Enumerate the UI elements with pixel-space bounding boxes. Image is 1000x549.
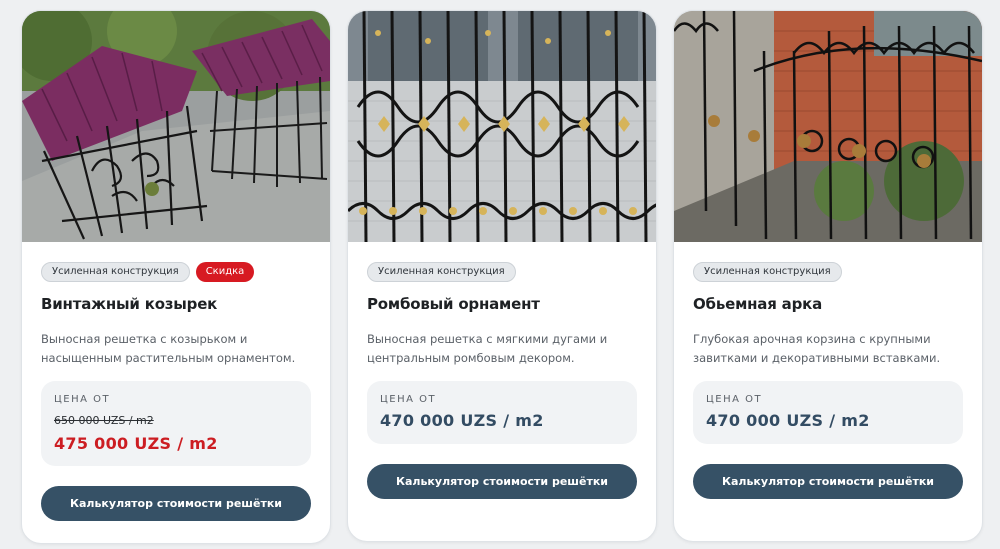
price-box: ЦЕНА ОТ 470 000 UZS / m2 [367, 381, 637, 444]
product-card-rhombus-ornament[interactable]: Усиленная конструкция Ромбовый орнамент … [347, 10, 657, 542]
reinforced-tag: Усиленная конструкция [367, 262, 516, 282]
current-price: 475 000 UZS / m2 [54, 434, 218, 453]
product-description: Выносная решетка с козырьком и насыщенны… [41, 332, 296, 365]
product-card-volume-arch[interactable]: Усиленная конструкция Обьемная арка Глуб… [673, 10, 983, 542]
price-calculator-button[interactable]: Калькулятор стоимости решётки [367, 464, 637, 499]
product-title[interactable]: Ромбовый орнамент [367, 295, 540, 313]
current-price: 470 000 UZS / m2 [380, 411, 544, 430]
tag-list: Усиленная конструкция [367, 262, 516, 282]
product-card-vintage-canopy[interactable]: Усиленная конструкция Скидка Винтажный к… [21, 10, 331, 544]
product-description: Глубокая арочная корзина с крупными зави… [693, 332, 941, 365]
product-title[interactable]: Винтажный козырек [41, 295, 217, 313]
discount-tag: Скидка [195, 262, 255, 282]
current-price: 470 000 UZS / m2 [706, 411, 870, 430]
old-price: 650 000 UZS / m2 [54, 414, 154, 427]
price-calculator-button[interactable]: Калькулятор стоимости решётки [41, 486, 311, 521]
reinforced-tag: Усиленная конструкция [41, 262, 190, 282]
product-photo[interactable] [674, 11, 982, 242]
reinforced-tag: Усиленная конструкция [693, 262, 842, 282]
price-calculator-button[interactable]: Калькулятор стоимости решётки [693, 464, 963, 499]
price-box: ЦЕНА ОТ 470 000 UZS / m2 [693, 381, 963, 444]
product-title[interactable]: Обьемная арка [693, 295, 822, 313]
price-label: ЦЕНА ОТ [54, 394, 111, 405]
price-label: ЦЕНА ОТ [706, 394, 763, 405]
price-box: ЦЕНА ОТ 650 000 UZS / m2 475 000 UZS / m… [41, 381, 311, 466]
product-photo[interactable] [348, 11, 656, 242]
tag-list: Усиленная конструкция [693, 262, 842, 282]
tag-list: Усиленная конструкция Скидка [41, 262, 255, 282]
product-photo[interactable] [22, 11, 330, 242]
product-description: Выносная решетка с мягкими дугами и цент… [367, 332, 608, 365]
price-label: ЦЕНА ОТ [380, 394, 437, 405]
